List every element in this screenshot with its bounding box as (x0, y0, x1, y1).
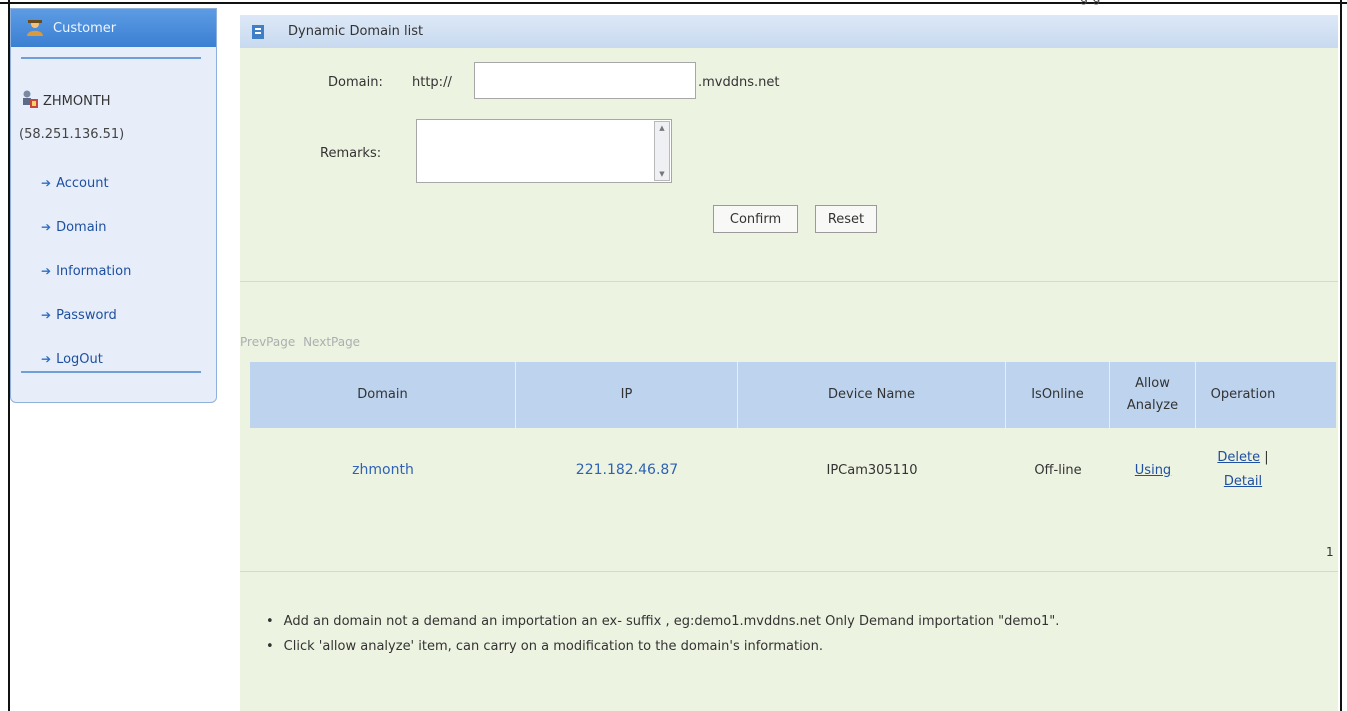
table-header: Domain IP Device Name IsOnline Allow Ana… (250, 362, 1336, 428)
sidebar-item-password[interactable]: ➔ Password (41, 293, 131, 337)
domain-input[interactable] (474, 62, 696, 99)
domain-table: Domain IP Device Name IsOnline Allow Ana… (250, 362, 1336, 512)
col-operation: Operation (1210, 387, 1276, 402)
col-ip: IP (516, 362, 738, 428)
sidebar-divider-top (21, 57, 201, 59)
customer-sidebar: Customer ZHMONTH (58.251.136.51) ➔ Accou… (10, 8, 217, 403)
cell-is-online: Off-line (1034, 462, 1082, 478)
customer-icon (25, 19, 45, 37)
panel-title: Dynamic Domain list (288, 24, 424, 39)
col-allow-analyze: Allow Analyze (1110, 362, 1196, 428)
operation-separator: | (1264, 450, 1269, 465)
scroll-down-icon[interactable]: ▼ (655, 168, 669, 180)
user-ip: (58.251.136.51) (19, 127, 125, 142)
col-domain: Domain (250, 362, 516, 428)
frame-top-line (0, 2, 1347, 4)
sidebar-nav: ➔ Account ➔ Domain ➔ Information ➔ Passw… (41, 161, 131, 381)
domain-suffix: .mvddns.net (698, 75, 780, 90)
sidebar-item-logout[interactable]: ➔ LogOut (41, 337, 131, 381)
col-is-online: IsOnline (1006, 362, 1110, 428)
sidebar-item-account[interactable]: ➔ Account (41, 161, 131, 205)
clipped-header-text: g g (1080, 0, 1101, 6)
list-icon (252, 24, 264, 39)
using-link[interactable]: Using (1135, 463, 1171, 478)
delete-link[interactable]: Delete (1217, 450, 1260, 465)
cell-device-name: IPCam305110 (826, 462, 918, 478)
cell-operation: Delete | Detail (1196, 428, 1290, 512)
arrow-right-icon: ➔ (41, 308, 52, 322)
table-divider (240, 571, 1338, 572)
arrow-right-icon: ➔ (41, 264, 52, 278)
remarks-scrollbar[interactable]: ▲ ▼ (654, 121, 670, 181)
page-number[interactable]: 1 (1326, 545, 1334, 559)
sidebar-divider-bottom (21, 371, 201, 373)
cell-allow-analyze: Using (1110, 428, 1196, 512)
operation-line-1: Delete | (1217, 446, 1268, 470)
sidebar-item-label: LogOut (56, 351, 103, 367)
note-item: Click 'allow analyze' item, can carry on… (266, 634, 1059, 659)
sidebar-item-information[interactable]: ➔ Information (41, 249, 131, 293)
domain-label: Domain: (328, 75, 383, 90)
sidebar-item-domain[interactable]: ➔ Domain (41, 205, 131, 249)
sidebar-item-label: Password (56, 307, 117, 323)
detail-link[interactable]: Detail (1224, 470, 1262, 494)
remarks-textarea[interactable] (416, 119, 672, 183)
confirm-button[interactable]: Confirm (713, 205, 798, 233)
cell-domain[interactable]: zhmonth (250, 428, 516, 512)
pager: PrevPage NextPage (240, 335, 360, 349)
arrow-right-icon: ➔ (41, 176, 52, 190)
frame-right-line (1340, 0, 1342, 711)
cell-ip[interactable]: 221.182.46.87 (516, 428, 738, 512)
next-page-link[interactable]: NextPage (303, 335, 360, 349)
sidebar-title: Customer (53, 20, 117, 36)
scroll-up-icon[interactable]: ▲ (655, 122, 669, 134)
help-notes: Add an domain not a demand an importatio… (266, 609, 1060, 659)
reset-button[interactable]: Reset (815, 205, 877, 233)
sidebar-header: Customer (11, 9, 216, 47)
prev-page-link[interactable]: PrevPage (240, 335, 295, 349)
note-item: Add an domain not a demand an importatio… (266, 609, 1060, 634)
user-icon (21, 89, 39, 113)
arrow-right-icon: ➔ (41, 352, 52, 366)
remarks-label: Remarks: (320, 146, 382, 161)
domain-prefix: http:// (412, 75, 452, 90)
user-info: ZHMONTH (21, 89, 111, 113)
user-name: ZHMONTH (43, 93, 111, 109)
sidebar-item-label: Information (56, 263, 132, 279)
sidebar-item-label: Domain (56, 219, 107, 235)
panel-header: Dynamic Domain list (240, 15, 1338, 48)
dynamic-domain-panel: Dynamic Domain list Domain: http:// .mvd… (240, 15, 1338, 711)
sidebar-item-label: Account (56, 175, 109, 191)
form-divider (240, 281, 1338, 282)
arrow-right-icon: ➔ (41, 220, 52, 234)
table-row: zhmonth 221.182.46.87 IPCam305110 Off-li… (250, 428, 1336, 512)
col-device-name: Device Name (738, 362, 1006, 428)
